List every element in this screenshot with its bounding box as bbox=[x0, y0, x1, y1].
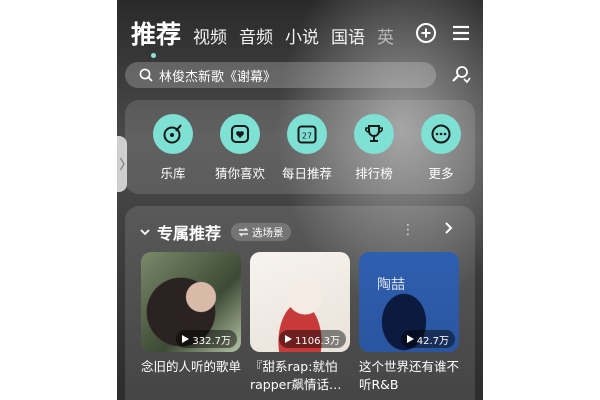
active-tab-indicator bbox=[151, 53, 156, 58]
search-bar[interactable]: 林俊杰新歌《谢幕》 bbox=[125, 62, 436, 88]
playlist-card[interactable]: 1106.3万 『甜系rap:就怕rapper飙情话… bbox=[250, 252, 350, 394]
swap-icon bbox=[238, 227, 249, 237]
quick-guess-you-like[interactable]: 猜你喜欢 bbox=[210, 114, 270, 182]
trophy-icon bbox=[365, 125, 383, 142]
playlist-cover: 1106.3万 bbox=[250, 252, 350, 352]
playlist-title: 『甜系rap:就怕rapper飙情话… bbox=[250, 359, 342, 392]
playlist-title: 这个世界还有谁不听R&B bbox=[359, 359, 460, 392]
quick-more[interactable]: 更多 bbox=[411, 114, 471, 182]
playlist-card[interactable]: 332.7万 念旧的人听的歌单 bbox=[141, 252, 241, 376]
play-count-badge: 332.7万 bbox=[176, 330, 237, 348]
tab-english[interactable]: 英 bbox=[377, 26, 394, 50]
search-icon bbox=[139, 68, 153, 82]
chevron-right-icon[interactable] bbox=[441, 220, 457, 236]
play-icon bbox=[406, 335, 414, 343]
side-drawer-handle[interactable] bbox=[117, 136, 127, 192]
play-count-badge: 42.7万 bbox=[400, 330, 455, 348]
search-placeholder: 林俊杰新歌《谢幕》 bbox=[159, 69, 277, 85]
tab-audio[interactable]: 音频 bbox=[239, 26, 273, 50]
quick-charts[interactable]: 排行榜 bbox=[344, 114, 404, 182]
add-icon[interactable] bbox=[415, 22, 437, 44]
play-icon bbox=[182, 335, 190, 343]
cover-artist-text: 陶喆 bbox=[377, 277, 405, 293]
chevron-right-icon bbox=[119, 157, 125, 171]
play-count-badge: 1106.3万 bbox=[279, 330, 346, 348]
phone-screen: 推荐 视频 音频 小说 国语 英 林俊杰新歌《谢幕》 乐库 猜你喜欢 27 每日… bbox=[117, 0, 483, 400]
play-icon bbox=[285, 335, 292, 343]
tab-recommend[interactable]: 推荐 bbox=[131, 20, 181, 58]
playlist-card[interactable]: 陶喆 42.7万 这个世界还有谁不听R&B bbox=[359, 252, 459, 394]
top-tabs: 推荐 视频 音频 小说 国语 英 bbox=[131, 14, 406, 58]
tab-video[interactable]: 视频 bbox=[193, 26, 227, 50]
quick-daily-recommend[interactable]: 27 每日推荐 bbox=[277, 114, 337, 182]
more-icon bbox=[431, 124, 451, 144]
section-title: 专属推荐 bbox=[157, 224, 222, 243]
heart-icon bbox=[231, 125, 249, 143]
playlist-cover: 陶喆 42.7万 bbox=[359, 252, 459, 352]
chevron-down-icon[interactable] bbox=[139, 226, 151, 238]
svg-text:27: 27 bbox=[302, 132, 312, 141]
menu-icon[interactable] bbox=[450, 22, 472, 44]
playlist-title: 念旧的人听的歌单 bbox=[141, 359, 242, 374]
voice-search-icon[interactable] bbox=[450, 64, 472, 86]
calendar-icon: 27 bbox=[297, 125, 317, 144]
choose-scene-button[interactable]: 选场景 bbox=[231, 223, 291, 241]
section-options-icon[interactable]: ⋮ bbox=[401, 222, 415, 238]
tab-mandarin[interactable]: 国语 bbox=[331, 26, 365, 50]
playlist-cover: 332.7万 bbox=[141, 252, 241, 352]
quick-actions-panel: 乐库 猜你喜欢 27 每日推荐 排行榜 更多 bbox=[125, 100, 475, 194]
exclusive-recommend-section: 专属推荐 选场景 ⋮ 332.7万 念旧的人听的歌单 1106.3万 『甜系ra… bbox=[125, 206, 475, 400]
tab-novel[interactable]: 小说 bbox=[285, 26, 319, 50]
quick-music-library[interactable]: 乐库 bbox=[143, 114, 203, 182]
music-library-icon bbox=[163, 124, 182, 144]
